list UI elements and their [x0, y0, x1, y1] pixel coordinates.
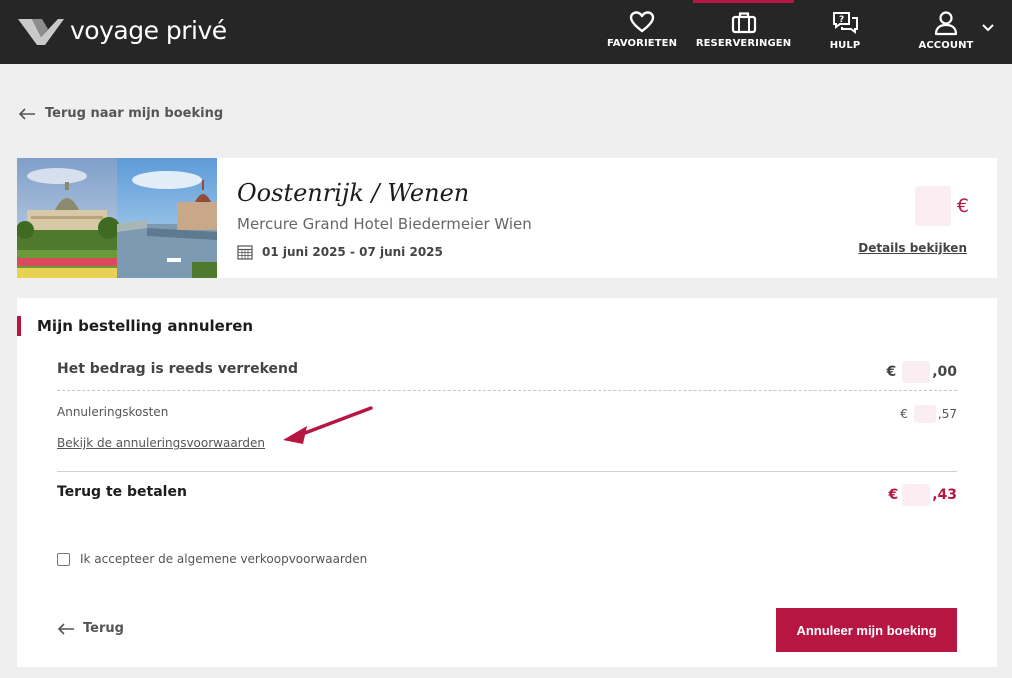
annotation-arrow-icon	[283, 406, 373, 444]
details-link[interactable]: Details bekijken	[858, 241, 967, 255]
nav-help[interactable]: ? HULP	[822, 0, 868, 64]
trip-price: €	[914, 186, 969, 226]
arrow-left-icon	[57, 622, 74, 635]
calendar-icon	[237, 245, 253, 260]
suitcase-icon	[731, 12, 756, 34]
trip-summary-card: Oostenrijk / Wenen Mercure Grand Hotel B…	[17, 158, 997, 278]
hotel-name: Mercure Grand Hotel Biedermeier Wien	[237, 215, 532, 233]
cancellation-conditions-link[interactable]: Bekijk de annuleringsvoorwaarden	[57, 436, 265, 450]
destination-photo	[17, 158, 217, 278]
back-to-booking-link[interactable]: Terug naar mijn boeking	[18, 106, 223, 121]
divider	[57, 471, 957, 472]
cancellation-fee: € ,57	[900, 405, 957, 423]
brand-logo[interactable]: voyage privé	[18, 16, 227, 47]
cancellation-fee-row: Annuleringskosten € ,57	[57, 405, 957, 423]
paid-amount: € ,00	[886, 361, 957, 383]
nav-reservations[interactable]: RESERVERINGEN	[693, 0, 794, 64]
redacted-price	[914, 186, 951, 226]
paid-amount-row: Het bedrag is reeds verrekend € ,00	[57, 361, 957, 383]
arrow-left-icon	[18, 107, 35, 120]
terms-acceptance[interactable]: Ik accepteer de algemene verkoopvoorwaar…	[57, 552, 367, 566]
refund-total-row: Terug te betalen € ,43	[57, 484, 957, 506]
trip-dates: 01 juni 2025 - 07 juni 2025	[237, 244, 443, 260]
cancel-order-panel: Mijn bestelling annuleren Het bedrag is …	[17, 298, 997, 667]
nav-favorites[interactable]: FAVORIETEN	[607, 0, 677, 64]
nav-account[interactable]: ACCOUNT	[916, 0, 976, 64]
top-navigation-bar: voyage privé FAVORIETEN RESERVERINGEN ? …	[0, 0, 1012, 64]
heart-icon	[629, 11, 655, 33]
dashed-divider	[57, 390, 957, 391]
refund-amount: € ,43	[888, 484, 957, 506]
back-link[interactable]: Terug	[57, 621, 124, 636]
chat-help-icon: ?	[833, 12, 858, 34]
brand-name: voyage privé	[70, 16, 227, 45]
cancel-booking-button[interactable]: Annuleer mijn boeking	[776, 608, 957, 652]
terms-checkbox[interactable]	[57, 552, 70, 566]
user-icon	[934, 11, 958, 36]
panel-heading: Mijn bestelling annuleren	[17, 316, 253, 336]
trip-title: Oostenrijk / Wenen	[237, 179, 470, 207]
chevron-down-icon[interactable]	[981, 23, 995, 33]
logo-mark-icon	[18, 19, 64, 45]
svg-text:?: ?	[839, 15, 844, 25]
